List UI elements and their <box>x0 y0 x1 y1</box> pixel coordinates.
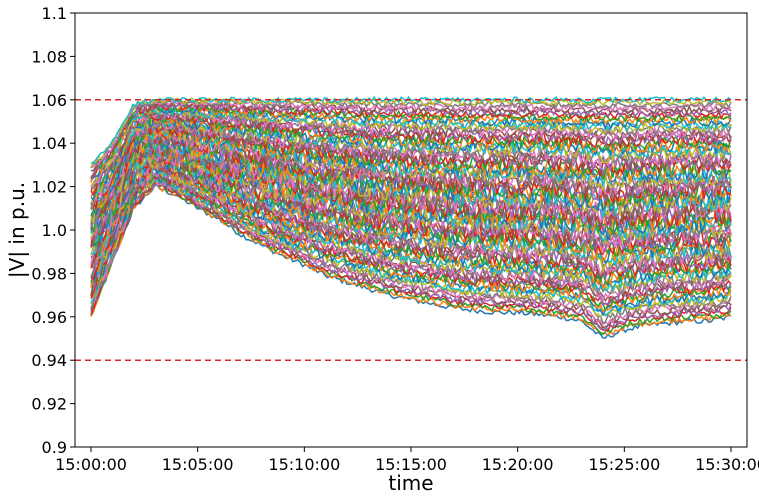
y-axis-label: |V| in p.u. <box>5 182 29 278</box>
series-lines <box>90 95 732 339</box>
voltage-chart: 15:00:00 15:05:00 15:10:00 15:15:00 15:20:00… <box>5 4 759 495</box>
y-axis-ticks: 0.9 0.92 0.94 0.96 0.98 1.0 1.02 1.04 1.06 1.08 1.… <box>31 4 75 457</box>
y-tick-label: 0.94 <box>31 351 67 370</box>
y-tick-label: 1.06 <box>31 91 67 110</box>
y-tick-label: 1.0 <box>42 221 67 240</box>
y-tick-label: 1.1 <box>42 4 67 23</box>
x-tick-label: 15:30:00 <box>695 455 759 474</box>
y-tick-label: 0.96 <box>31 308 67 327</box>
y-tick-label: 1.02 <box>31 178 67 197</box>
y-tick-label: 1.08 <box>31 47 67 66</box>
y-tick-label: 0.9 <box>42 438 67 457</box>
x-tick-label: 15:25:00 <box>588 455 660 474</box>
y-tick-label: 0.92 <box>31 395 67 414</box>
x-tick-label: 15:00:00 <box>55 455 127 474</box>
y-tick-label: 1.04 <box>31 134 67 153</box>
x-tick-label: 15:05:00 <box>162 455 234 474</box>
x-tick-label: 15:20:00 <box>482 455 554 474</box>
x-axis-ticks: 15:00:00 15:05:00 15:10:00 15:15:00 15:20:00… <box>55 447 759 474</box>
x-axis-label: time <box>388 471 433 495</box>
y-tick-label: 0.98 <box>31 264 67 283</box>
x-tick-label: 15:10:00 <box>268 455 340 474</box>
